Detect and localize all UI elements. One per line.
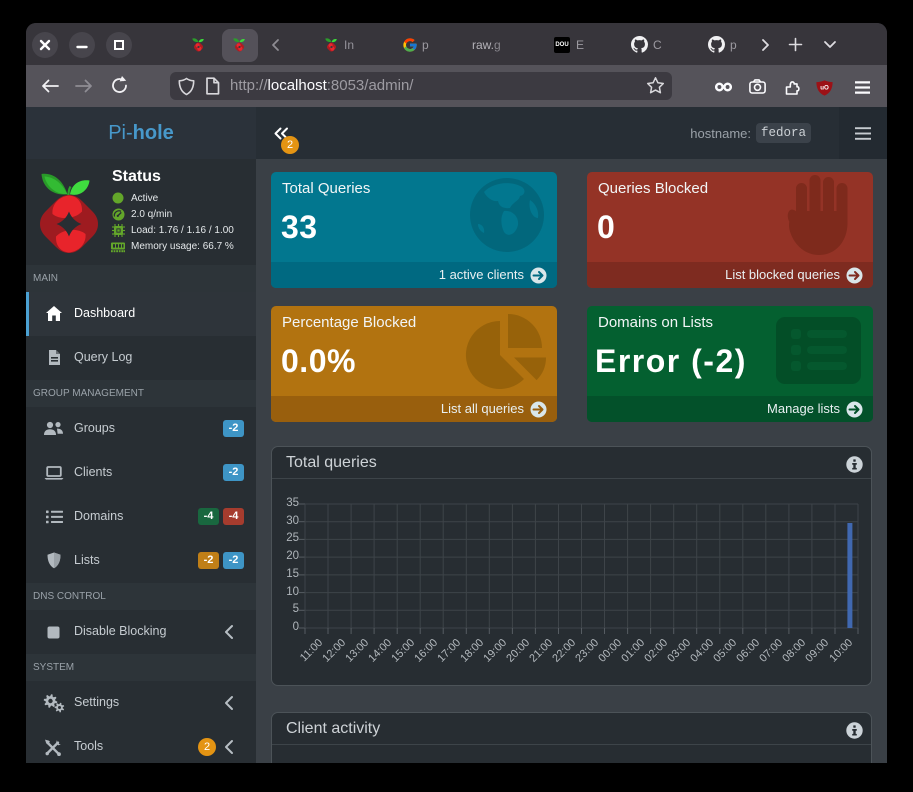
svg-text:uO: uO [820,84,829,91]
